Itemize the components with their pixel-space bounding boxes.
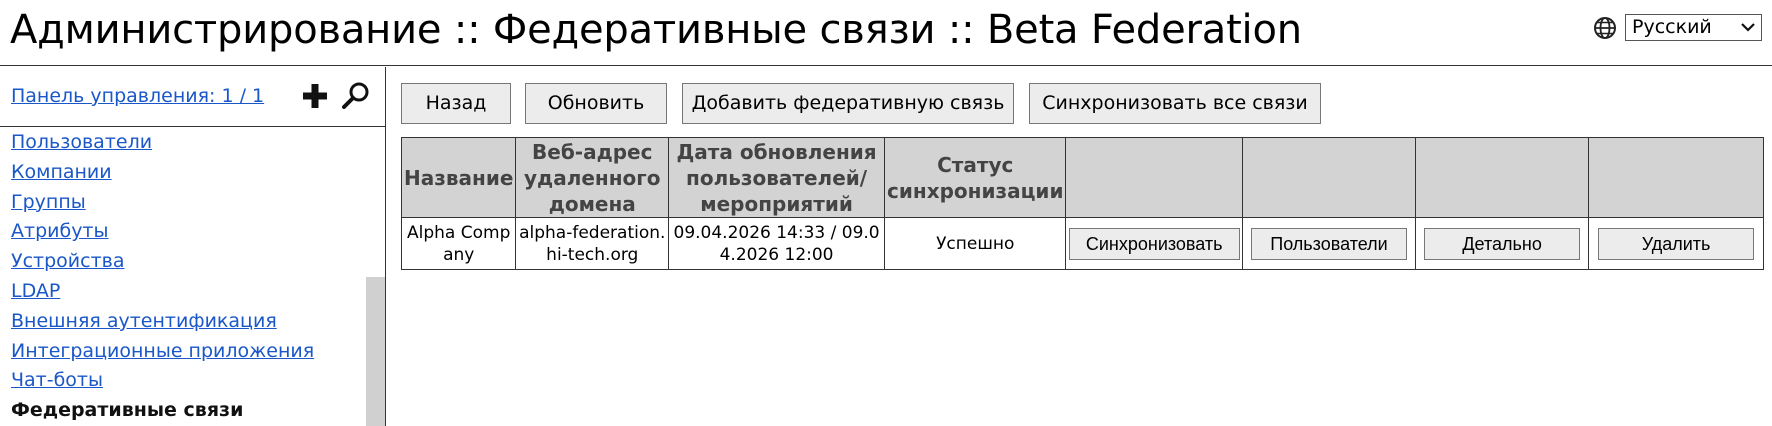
globe-icon: [1594, 17, 1616, 39]
sidebar-item-federations[interactable]: Федеративные связи: [11, 396, 314, 426]
search-icon[interactable]: [342, 81, 370, 109]
sync-button[interactable]: Синхронизовать: [1068, 227, 1240, 260]
federations-table: Название Веб-адрес удаленного домена Дат…: [400, 137, 1764, 270]
col-updated-header: Дата обновления пользователей/ мероприят…: [668, 137, 886, 218]
sidebar-item-attributes[interactable]: Атрибуты: [11, 217, 314, 247]
language-select-value: Русский: [1632, 16, 1712, 38]
sidebar-item-devices[interactable]: Устройства: [11, 247, 314, 277]
col-name-header: Название: [400, 137, 517, 218]
sidebar: Панель управления: 1 / 1 Пользователи Ко…: [0, 67, 386, 426]
delete-button[interactable]: Удалить: [1598, 227, 1755, 260]
sidebar-item-companies[interactable]: Компании: [11, 158, 314, 188]
cell-url: alpha-federation.hi-tech.org: [515, 217, 670, 270]
sidebar-item-ldap[interactable]: LDAP: [11, 277, 314, 307]
col-url-header: Веб-адрес удаленного домена: [515, 137, 670, 218]
plus-icon[interactable]: [302, 83, 328, 109]
refresh-button[interactable]: Обновить: [525, 83, 667, 124]
col-action-header: [1588, 137, 1764, 218]
table-header-row: Название Веб-адрес удаленного домена Дат…: [400, 137, 1764, 218]
add-federation-button[interactable]: Добавить федеративную связь: [682, 83, 1014, 124]
sidebar-item-integration-apps[interactable]: Интеграционные приложения: [11, 337, 314, 367]
table-row: Alpha Company alpha-federation.hi-tech.o…: [400, 217, 1764, 270]
cell-name: Alpha Company: [400, 217, 517, 270]
cell-status: Успешно: [884, 217, 1067, 270]
back-button[interactable]: Назад: [401, 83, 511, 124]
sidebar-item-users[interactable]: Пользователи: [11, 128, 314, 158]
cell-sync: Синхронизовать: [1065, 217, 1243, 270]
sidebar-item-groups[interactable]: Группы: [11, 188, 314, 218]
sync-all-button[interactable]: Синхронизовать все связи: [1029, 83, 1321, 124]
sidebar-nav: Пользователи Компании Группы Атрибуты Ус…: [11, 128, 314, 426]
cell-users: Пользователи: [1241, 217, 1417, 270]
cell-updated: 09.04.2026 14:33 / 09.04.2026 12:00: [668, 217, 886, 270]
sidebar-item-chatbots[interactable]: Чат-боты: [11, 366, 314, 396]
users-button[interactable]: Пользователи: [1251, 227, 1407, 260]
details-button[interactable]: Детально: [1424, 227, 1581, 260]
page-title: Администрирование :: Федеративные связи …: [10, 7, 1302, 53]
page-header: Администрирование :: Федеративные связи …: [0, 0, 1772, 66]
language-select[interactable]: Русский: [1625, 14, 1762, 41]
cell-details: Детально: [1415, 217, 1590, 270]
sidebar-scrollbar[interactable]: [366, 277, 385, 426]
col-action-header: [1241, 137, 1417, 218]
dashboard-link[interactable]: Панель управления: 1 / 1: [11, 85, 264, 107]
col-status-header: Статус синхронизации: [884, 137, 1067, 218]
col-action-header: [1415, 137, 1590, 218]
sidebar-item-external-auth[interactable]: Внешняя аутентификация: [11, 307, 314, 337]
chevron-down-icon: [1741, 23, 1755, 32]
sidebar-header: Панель управления: 1 / 1: [0, 67, 385, 127]
cell-delete: Удалить: [1588, 217, 1764, 270]
col-action-header: [1065, 137, 1243, 218]
